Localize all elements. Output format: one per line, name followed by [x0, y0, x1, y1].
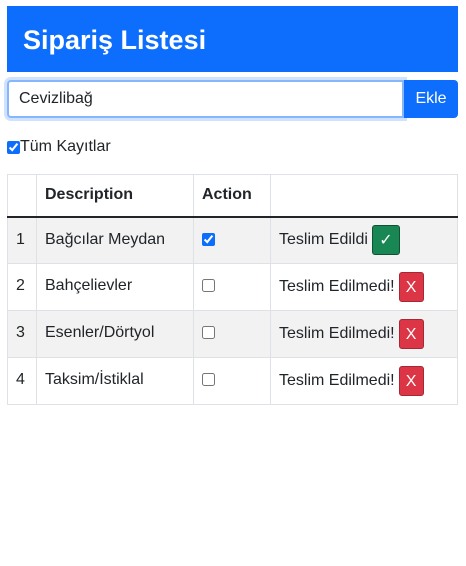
row-action-cell — [193, 263, 271, 311]
delivered-checkbox[interactable] — [202, 279, 215, 292]
row-description: Taksim/İstiklal — [36, 357, 194, 405]
table-row: 4 Taksim/İstiklal Teslim Edilmedi! X — [7, 357, 458, 405]
delivered-checkbox[interactable] — [202, 326, 215, 339]
row-status-cell: Teslim Edildi ✓ — [270, 216, 458, 264]
column-header-description: Description — [36, 174, 194, 218]
column-header-action: Action — [193, 174, 271, 218]
status-text: Teslim Edilmedi! — [279, 278, 395, 295]
delivered-checkbox[interactable] — [202, 232, 215, 246]
add-order-form: Ekle — [7, 80, 458, 118]
page-title: Sipariş Listesi — [23, 25, 207, 55]
table-header-row: Description Action — [7, 174, 458, 218]
row-action-cell — [193, 357, 271, 405]
row-status-cell: Teslim Edilmedi! X — [270, 357, 458, 405]
row-description: Esenler/Dörtyol — [36, 310, 194, 358]
all-records-label: Tüm Kayıtlar — [20, 138, 111, 155]
status-text: Teslim Edildi — [279, 231, 368, 249]
row-number: 3 — [7, 310, 37, 358]
row-status-cell: Teslim Edilmedi! X — [270, 310, 458, 358]
row-number: 2 — [7, 263, 37, 311]
delivered-checkbox[interactable] — [202, 373, 215, 386]
row-number: 4 — [7, 357, 37, 405]
column-header-num — [7, 174, 37, 218]
all-records-checkbox[interactable] — [7, 140, 20, 154]
table-row: 2 Bahçelievler Teslim Edilmedi! X — [7, 263, 458, 311]
orders-table: Description Action 1 Bağcılar Meydan Tes… — [7, 174, 458, 405]
status-text: Teslim Edilmedi! — [279, 325, 395, 342]
cross-icon: X — [398, 366, 424, 396]
check-icon: ✓ — [371, 225, 400, 256]
order-input[interactable] — [7, 80, 404, 118]
column-header-status — [270, 174, 458, 218]
row-action-cell — [193, 216, 271, 264]
row-description: Bağcılar Meydan — [36, 216, 194, 264]
cross-icon: X — [398, 319, 424, 349]
cross-icon: X — [398, 272, 424, 302]
row-number: 1 — [7, 216, 37, 264]
row-description: Bahçelievler — [36, 263, 194, 311]
row-status-cell: Teslim Edilmedi! X — [270, 263, 458, 311]
page-header: Sipariş Listesi — [7, 6, 458, 72]
table-row: 3 Esenler/Dörtyol Teslim Edilmedi! X — [7, 310, 458, 358]
table-row: 1 Bağcılar Meydan Teslim Edildi ✓ — [7, 216, 458, 264]
add-button[interactable]: Ekle — [404, 80, 458, 118]
all-records-toggle[interactable]: Tüm Kayıtlar — [7, 137, 111, 157]
row-action-cell — [193, 310, 271, 358]
status-text: Teslim Edilmedi! — [279, 372, 395, 389]
